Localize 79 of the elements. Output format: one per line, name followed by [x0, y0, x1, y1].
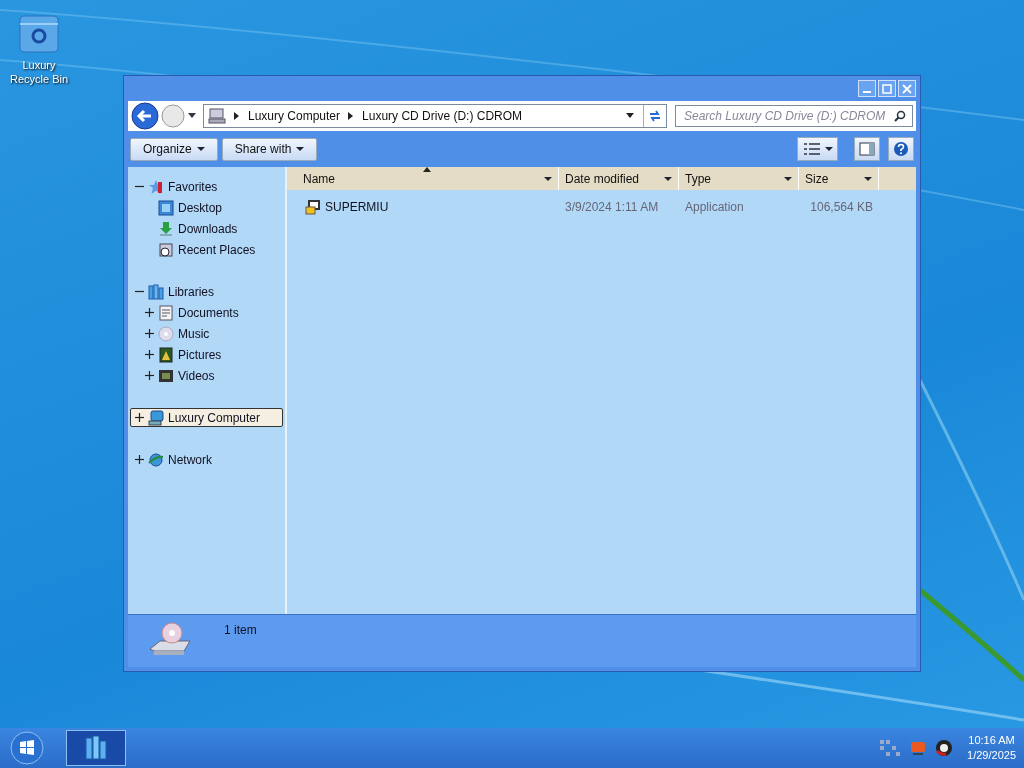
music-icon: [158, 325, 174, 342]
network-icon: [148, 451, 164, 468]
table-cell-text: 3/9/2024 1:11 AM: [564, 200, 660, 214]
history-dropdown-icon[interactable]: [187, 112, 197, 120]
expand-toggle-icon[interactable]: [135, 455, 144, 464]
downloads-icon: [158, 220, 174, 237]
column-header[interactable]: Name: [287, 167, 559, 190]
nav-item[interactable]: Luxury Computer: [130, 408, 283, 427]
maximize-icon: [882, 83, 892, 94]
column-header[interactable]: Size: [799, 167, 879, 190]
toolbar-button[interactable]: Organize: [130, 137, 218, 161]
expand-toggle-icon[interactable]: [145, 371, 154, 380]
nav-item[interactable]: Network: [130, 450, 283, 469]
libraries-icon: [84, 735, 108, 761]
breadcrumb-arrow-icon[interactable]: [234, 112, 240, 120]
recycle-bin-icon[interactable]: [16, 14, 62, 54]
nav-item[interactable]: Downloads: [130, 219, 283, 238]
table-cell-text: 106,564 KB: [809, 200, 874, 214]
expand-toggle-icon[interactable]: [145, 350, 154, 359]
caret-icon[interactable]: [784, 175, 792, 182]
monitor-icon[interactable]: [909, 740, 928, 756]
preview-pane-button[interactable]: [854, 137, 880, 161]
column-header[interactable]: Date modified: [559, 167, 679, 190]
caret-icon: [825, 146, 833, 152]
toolbar-button[interactable]: Share with: [221, 137, 318, 161]
caret-icon[interactable]: [544, 175, 552, 182]
caret-icon: [196, 146, 205, 152]
documents-icon: [158, 304, 174, 321]
desktop-icon: [158, 199, 174, 216]
caret-icon: [296, 146, 305, 152]
caret-icon[interactable]: [664, 175, 672, 182]
favorites-icon: [148, 178, 164, 195]
nav-item[interactable]: Documents: [130, 303, 283, 322]
back-button[interactable]: [131, 102, 159, 130]
nav-item[interactable]: Music: [130, 324, 283, 343]
minimize-button[interactable]: [858, 80, 876, 97]
preview-pane-icon: [859, 142, 875, 156]
caret-icon[interactable]: [864, 175, 872, 182]
pictures-icon: [158, 346, 174, 363]
speaker-icon[interactable]: [935, 739, 954, 757]
computer-icon: [148, 409, 164, 426]
nav-item[interactable]: Libraries: [130, 282, 283, 301]
search-icon[interactable]: [894, 110, 906, 122]
help-button[interactable]: [888, 137, 914, 161]
expand-toggle-icon[interactable]: [145, 329, 154, 338]
clock-date: 1/29/2025: [967, 748, 1016, 763]
clock[interactable]: 10:16 AM 1/29/2025: [967, 733, 1016, 763]
sort-arrow-icon: [422, 167, 431, 172]
clock-time: 10:16 AM: [968, 733, 1015, 748]
application-icon: [305, 199, 321, 215]
address-bar[interactable]: Luxury Computer Luxury CD Drive (D:) CDROM: [203, 104, 667, 128]
file-explorer-taskbar-button[interactable]: [66, 730, 126, 766]
expand-toggle-icon[interactable]: [135, 413, 144, 422]
nav-item[interactable]: Videos: [130, 366, 283, 385]
nav-item[interactable]: Pictures: [130, 345, 283, 364]
refresh-icon: [648, 110, 662, 122]
minimize-icon: [863, 91, 871, 93]
table-cell-text: Application: [684, 200, 745, 214]
nav-item[interactable]: Favorites: [130, 177, 283, 196]
videos-icon: [158, 367, 174, 384]
breadcrumb-arrow-icon[interactable]: [348, 112, 355, 120]
details-view-icon: [802, 142, 822, 156]
search-field[interactable]: Search Luxury CD Drive (D:) CDROM: [675, 105, 913, 127]
table-cell: SUPERMIU: [287, 199, 559, 215]
start-button[interactable]: [10, 731, 44, 765]
expand-toggle-icon[interactable]: [145, 308, 154, 317]
breadcrumb[interactable]: Luxury Computer: [248, 109, 341, 123]
help-icon: [893, 141, 909, 157]
libraries-icon: [148, 283, 164, 300]
close-button[interactable]: [898, 80, 916, 97]
view-options-button[interactable]: [797, 137, 838, 161]
nav-item[interactable]: Desktop: [130, 198, 283, 217]
item-count: 1 item: [224, 623, 257, 637]
column-header[interactable]: Type: [679, 167, 799, 190]
close-icon: [902, 83, 912, 94]
breadcrumb[interactable]: Luxury CD Drive (D:) CDROM: [362, 109, 523, 123]
address-dropdown-icon[interactable]: [625, 112, 635, 120]
nav-item[interactable]: Recent Places: [130, 240, 283, 259]
computer-icon: [208, 108, 226, 124]
